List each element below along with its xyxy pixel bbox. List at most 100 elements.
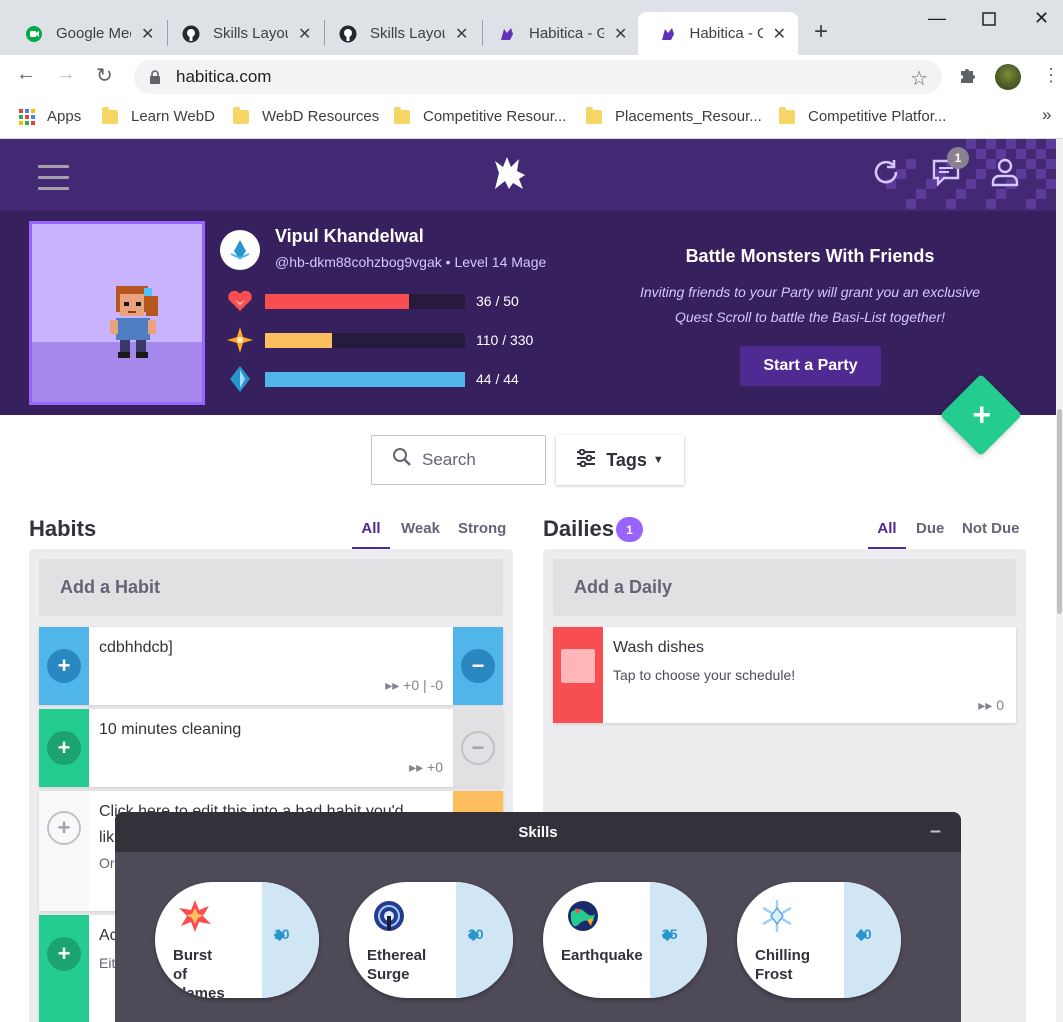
search-input[interactable]: Search xyxy=(371,435,546,485)
close-icon[interactable]: ✕ xyxy=(455,24,468,44)
plus-icon[interactable]: + xyxy=(47,937,81,971)
habit-plus-area[interactable]: + xyxy=(39,627,89,705)
bookmark-competitive-resources[interactable]: Competitive Resour... xyxy=(394,106,566,125)
browser-tab-skills-layout[interactable]: Skills Layout ✕ xyxy=(161,12,323,55)
browser-menu-icon[interactable]: ⋮ xyxy=(1042,65,1060,86)
reload-icon[interactable]: ↻ xyxy=(96,63,113,88)
bookmark-learn-webd[interactable]: Learn WebD xyxy=(102,106,215,125)
health-stat: 36 / 50 xyxy=(226,287,519,315)
habitica-icon xyxy=(497,24,517,44)
daily-checkbox-area[interactable] xyxy=(553,627,603,723)
forward-icon[interactable]: → xyxy=(56,63,76,86)
mana-value: 44 / 44 xyxy=(476,371,519,387)
skill-name-line: Flames xyxy=(173,985,225,998)
close-window-icon[interactable]: ✕ xyxy=(1034,8,1049,29)
minus-icon[interactable]: − xyxy=(461,731,495,765)
bookmark-apps[interactable]: Apps xyxy=(19,108,81,125)
extensions-puzzle-icon[interactable] xyxy=(958,66,976,89)
caret-down-icon: ▼ xyxy=(652,454,664,466)
experience-star-icon xyxy=(226,326,254,354)
party-promo-text: Inviting friends to your Party will gran… xyxy=(620,280,1000,330)
bookmark-competitive-platforms[interactable]: Competitive Platfor... xyxy=(779,106,947,125)
bookmark-star-icon[interactable]: ☆ xyxy=(910,66,928,91)
habits-filter-weak[interactable]: Weak xyxy=(401,520,440,549)
habit-plus-area[interactable]: + xyxy=(39,709,89,787)
browser-tabstrip: Google Meet ✕ Skills Layout ✕ Skills Lay… xyxy=(0,0,1063,55)
bookmark-placements-resources[interactable]: Placements_Resour... xyxy=(586,106,762,125)
address-bar[interactable]: habitica.com ☆ xyxy=(134,60,942,94)
experience-bar-fill xyxy=(265,332,332,348)
habits-filter-all[interactable]: All xyxy=(352,520,390,549)
habit-plus-area[interactable]: + xyxy=(39,791,89,911)
dailies-filter-due[interactable]: Due xyxy=(916,520,944,549)
close-icon[interactable]: ✕ xyxy=(141,24,154,44)
habit-notes: Eit xyxy=(99,955,116,971)
user-profile-icon[interactable] xyxy=(990,157,1020,194)
dailies-filter-not-due[interactable]: Not Due xyxy=(962,520,1020,549)
skill-mana-cost: ◆ 40 xyxy=(844,882,901,998)
filter-sliders-icon xyxy=(576,448,596,472)
habit-minus-area[interactable]: − xyxy=(453,627,503,705)
maximize-window-icon[interactable] xyxy=(982,10,996,31)
google-meet-icon xyxy=(24,24,44,44)
bookmark-label: Competitive Platfor... xyxy=(808,108,947,125)
browser-tab-habitica-active[interactable]: Habitica - Gamify Your Life ✕ xyxy=(638,12,798,55)
back-icon[interactable]: ← xyxy=(16,63,36,86)
browser-tab-habitica[interactable]: Habitica - Gamify Your Life ✕ xyxy=(477,12,639,55)
close-icon[interactable]: ✕ xyxy=(773,24,786,44)
mana-crystal-icon xyxy=(226,365,254,393)
plus-icon[interactable]: + xyxy=(47,649,81,683)
user-handle-line: @hb-dkm88cohzbog9vgak • Level 14 Mage xyxy=(275,254,546,270)
tab-label: Habitica - Gamify Your Life xyxy=(689,25,763,42)
daily-task[interactable]: Wash dishes Tap to choose your schedule!… xyxy=(553,627,1016,723)
bookmark-webd-resources[interactable]: WebD Resources xyxy=(233,106,379,125)
add-habit-input[interactable]: Add a Habit xyxy=(39,559,503,616)
habit-task[interactable]: + 10 minutes cleaning ▸▸ +0 − xyxy=(39,709,503,787)
chilling-frost-icon xyxy=(759,898,795,934)
earthquake-icon xyxy=(565,898,601,934)
page-scrollbar[interactable] xyxy=(1056,139,1063,1022)
skill-name: Chilling Frost xyxy=(755,946,810,984)
sync-icon[interactable] xyxy=(871,157,901,194)
profile-avatar[interactable] xyxy=(995,64,1021,90)
folder-icon xyxy=(233,106,249,124)
start-party-button[interactable]: Start a Party xyxy=(740,346,881,386)
add-daily-input[interactable]: Add a Daily xyxy=(553,559,1016,616)
apps-grid-icon xyxy=(19,108,35,125)
skill-chilling-frost[interactable]: Chilling Frost ◆ 40 xyxy=(737,882,901,998)
folder-icon xyxy=(394,106,410,124)
minimize-icon[interactable]: – xyxy=(930,820,941,843)
daily-checkbox[interactable] xyxy=(561,649,595,683)
scrollbar-thumb[interactable] xyxy=(1057,409,1062,614)
dailies-filter-all[interactable]: All xyxy=(868,520,906,549)
browser-tab-google-meet[interactable]: Google Meet ✕ xyxy=(4,12,166,55)
skill-earthquake[interactable]: Earthquake ◆ 35 xyxy=(543,882,707,998)
new-tab-button[interactable]: + xyxy=(814,18,828,46)
plus-icon[interactable]: + xyxy=(47,731,81,765)
more-bookmarks-icon[interactable]: » xyxy=(1042,105,1051,125)
minus-icon[interactable]: − xyxy=(461,649,495,683)
plus-icon[interactable]: + xyxy=(47,811,81,845)
skills-drawer-header[interactable]: Skills – xyxy=(115,812,961,852)
minimize-window-icon[interactable]: — xyxy=(928,8,946,29)
add-task-button[interactable]: + xyxy=(939,373,1023,457)
user-avatar[interactable] xyxy=(29,221,205,405)
browser-tab-skills-layout-2[interactable]: Skills Layout ✕ xyxy=(318,12,480,55)
habitica-logo[interactable] xyxy=(489,153,529,202)
tags-dropdown-button[interactable]: Tags ▼ xyxy=(556,435,684,485)
hamburger-menu-icon[interactable] xyxy=(38,165,69,198)
habit-task[interactable]: + cdbhhdcb] ▸▸ +0 | -0 − xyxy=(39,627,503,705)
habits-filter-strong[interactable]: Strong xyxy=(458,520,506,549)
plus-icon: + xyxy=(972,396,992,433)
skill-burst-of-flames[interactable]: Burst of Flames ◆ 10 xyxy=(155,882,319,998)
bookmark-label: Apps xyxy=(47,108,82,125)
close-icon[interactable]: ✕ xyxy=(298,24,311,44)
user-display-name: Vipul Khandelwal xyxy=(275,226,424,246)
habit-plus-area[interactable]: + xyxy=(39,915,89,1022)
close-icon[interactable]: ✕ xyxy=(614,24,627,44)
habit-minus-area[interactable]: − xyxy=(453,709,503,787)
skill-ethereal-surge[interactable]: Ethereal Surge ◆ 30 xyxy=(349,882,513,998)
browser-toolbar: ← → ↻ habitica.com ☆ ⋮ xyxy=(0,55,1063,99)
skill-name-line: Burst xyxy=(173,947,213,964)
habits-title: Habits xyxy=(29,516,97,541)
